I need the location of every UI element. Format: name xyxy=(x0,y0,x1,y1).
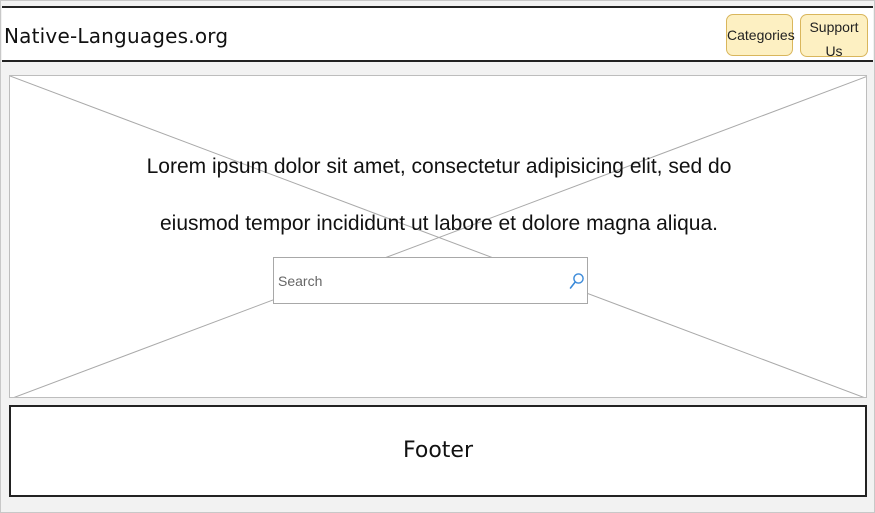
hero-text: Lorem ipsum dolor sit amet, consectetur … xyxy=(10,138,866,252)
page: Native-Languages.org Categories Support … xyxy=(0,0,875,513)
header: Native-Languages.org Categories Support … xyxy=(2,6,873,62)
hero-text-line-2: eiusmod tempor incididunt ut labore et d… xyxy=(159,212,718,235)
footer-label: Footer xyxy=(403,438,473,463)
hero-image-placeholder: Lorem ipsum dolor sit amet, consectetur … xyxy=(9,75,867,398)
footer: Footer xyxy=(9,405,867,497)
support-us-label-line2: Us xyxy=(825,43,843,59)
search-box xyxy=(273,257,588,304)
site-title: Native-Languages.org xyxy=(4,24,229,48)
hero-text-line-1: Lorem ipsum dolor sit amet, consectetur … xyxy=(146,155,732,178)
categories-button[interactable]: Categories xyxy=(726,14,795,56)
support-us-label-line1: Support xyxy=(809,19,859,35)
support-us-button[interactable]: Support Us xyxy=(800,14,868,59)
search-icon[interactable] xyxy=(569,272,585,290)
search-input[interactable] xyxy=(278,270,558,292)
